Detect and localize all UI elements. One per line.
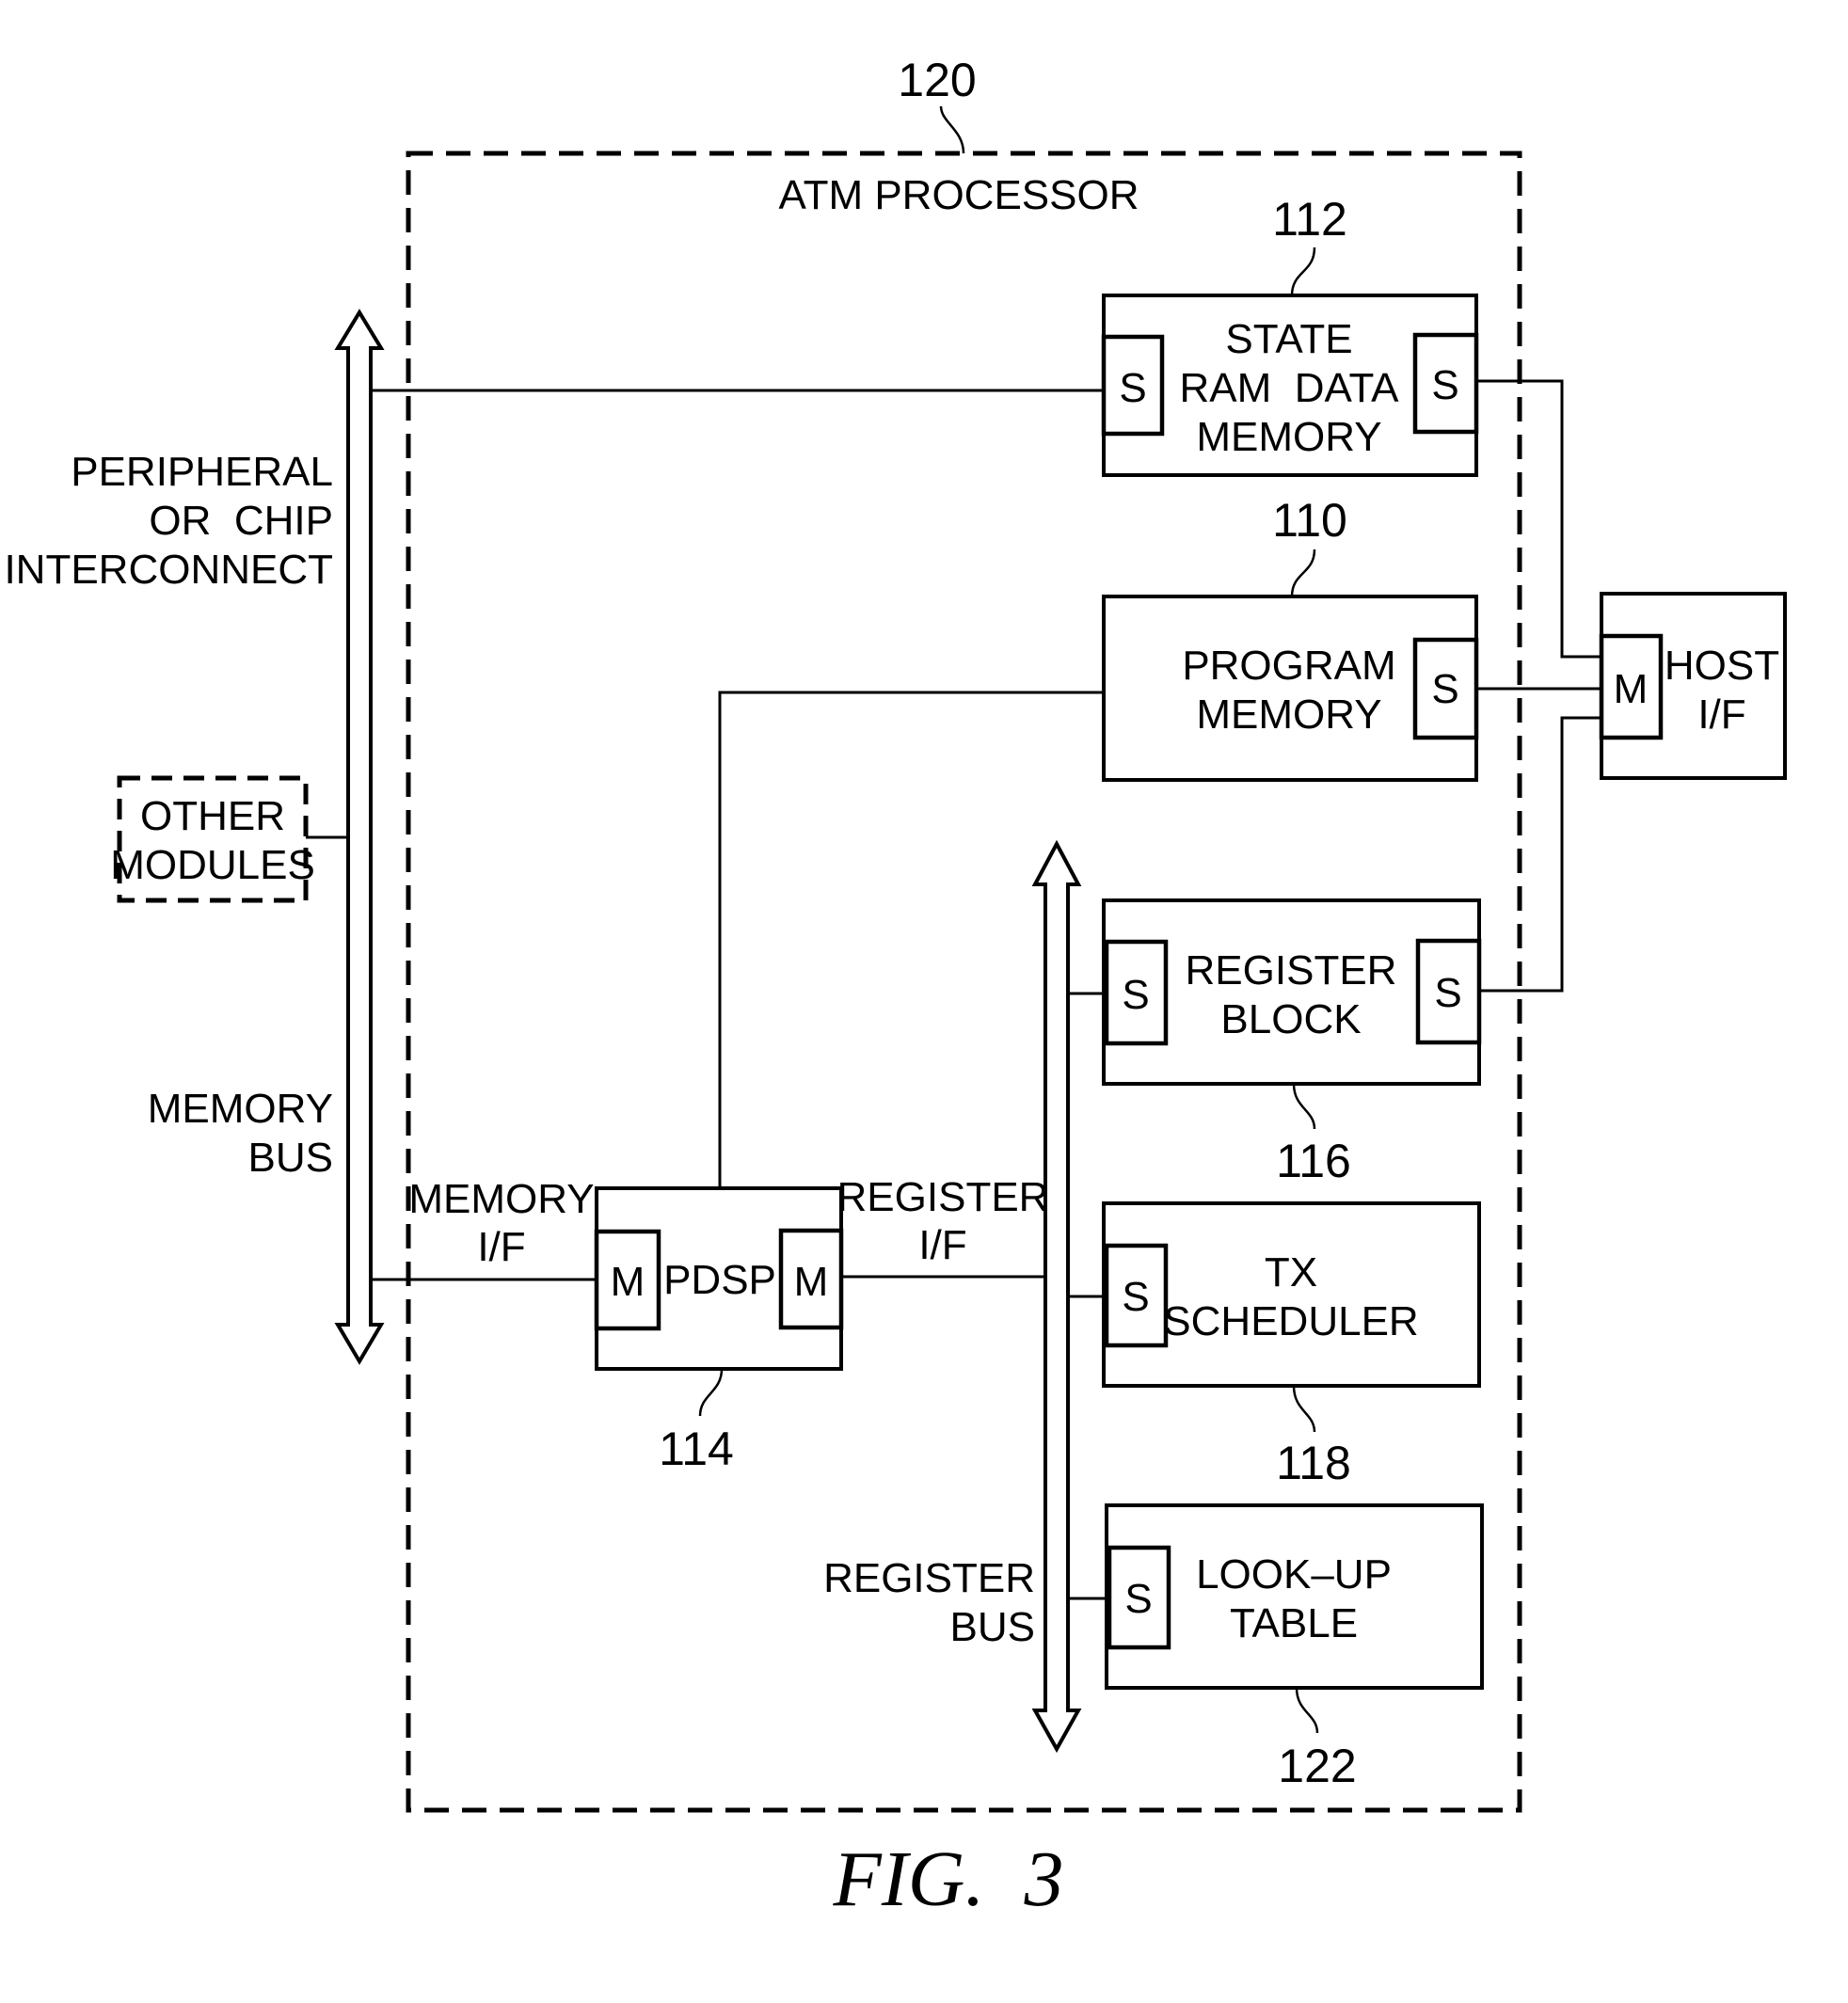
figure-caption: FIG. 3 bbox=[833, 1836, 1064, 1923]
state-ram-label-2: RAM DATA bbox=[1179, 365, 1399, 411]
peripheral-bus-label-3: INTERCONNECT bbox=[4, 547, 333, 593]
tx-scheduler-label-1: TX bbox=[1265, 1249, 1317, 1296]
port-s-label: S bbox=[1119, 365, 1146, 411]
memory-if-label-1: MEMORY bbox=[408, 1176, 594, 1222]
leader-116 bbox=[1292, 1083, 1316, 1130]
ref-116: 116 bbox=[1276, 1135, 1351, 1187]
port-s-label: S bbox=[1431, 666, 1458, 712]
register-block[interactable]: S S REGISTER BLOCK bbox=[1102, 898, 1482, 1086]
port-m-label: M bbox=[611, 1259, 645, 1305]
memory-bus-label-2: BUS bbox=[248, 1135, 333, 1181]
register-block-label-2: BLOCK bbox=[1220, 996, 1361, 1042]
memory-if-label-2: I/F bbox=[477, 1224, 525, 1270]
program-memory-block[interactable]: S PROGRAM MEMORY bbox=[1102, 595, 1479, 782]
port-s-label: S bbox=[1122, 972, 1149, 1018]
port-m-label: M bbox=[794, 1259, 829, 1305]
port-s-label: S bbox=[1124, 1576, 1152, 1622]
leader-112 bbox=[1290, 246, 1316, 296]
lookup-table-block[interactable]: S LOOK–UP TABLE bbox=[1105, 1503, 1484, 1690]
lookup-table-label-1: LOOK–UP bbox=[1196, 1551, 1392, 1598]
leader-110 bbox=[1290, 548, 1316, 597]
ref-114: 114 bbox=[659, 1423, 734, 1475]
ref-110: 110 bbox=[1272, 494, 1347, 547]
register-if-label-2: I/F bbox=[918, 1222, 966, 1268]
state-ram-label-3: MEMORY bbox=[1196, 414, 1381, 460]
register-if-label-1: REGISTER bbox=[837, 1174, 1049, 1220]
other-modules-label-2: MODULES bbox=[110, 842, 315, 888]
program-memory-label-1: PROGRAM bbox=[1182, 643, 1395, 689]
state-ram-to-host-wire bbox=[1476, 379, 1601, 659]
ref-112: 112 bbox=[1272, 193, 1347, 246]
leader-114 bbox=[698, 1368, 724, 1417]
other-modules-label-1: OTHER bbox=[140, 793, 285, 839]
register-bus-label-2: BUS bbox=[950, 1604, 1035, 1650]
port-m-label: M bbox=[1614, 666, 1649, 712]
memory-bus-label-1: MEMORY bbox=[148, 1086, 333, 1132]
atm-processor-label: ATM PROCESSOR bbox=[778, 172, 1139, 218]
port-s-label: S bbox=[1122, 1274, 1149, 1320]
register-bus-label-1: REGISTER bbox=[823, 1555, 1035, 1601]
tx-scheduler-label-2: SCHEDULER bbox=[1163, 1298, 1418, 1344]
program-memory-label-2: MEMORY bbox=[1196, 692, 1381, 738]
state-ram-label-1: STATE bbox=[1225, 316, 1352, 362]
state-ram-data-memory-block[interactable]: S S STATE RAM DATA MEMORY bbox=[1101, 294, 1479, 477]
lookup-table-label-2: TABLE bbox=[1230, 1600, 1358, 1646]
peripheral-bus-label-1: PERIPHERAL bbox=[71, 449, 333, 495]
leader-118 bbox=[1292, 1385, 1316, 1433]
pdsp-block[interactable]: M M PDSP bbox=[594, 1186, 844, 1371]
leader-122 bbox=[1295, 1687, 1319, 1734]
atm-processor-diagram: 120 ATM PROCESSOR PERIPHERAL OR CHIP INT… bbox=[4, 54, 1787, 1923]
host-if-block[interactable]: M HOST I/F bbox=[1599, 592, 1787, 780]
register-block-label-1: REGISTER bbox=[1186, 947, 1397, 994]
ref-120: 120 bbox=[898, 54, 976, 106]
host-if-label-1: HOST bbox=[1665, 643, 1779, 689]
leader-120 bbox=[939, 105, 965, 154]
pdsp-label: PDSP bbox=[663, 1257, 776, 1303]
tx-scheduler-block[interactable]: S TX SCHEDULER bbox=[1102, 1201, 1481, 1388]
ref-118: 118 bbox=[1276, 1437, 1351, 1489]
register-block-to-host-wire bbox=[1479, 716, 1601, 993]
host-if-label-2: I/F bbox=[1697, 692, 1745, 738]
peripheral-bus-label-2: OR CHIP bbox=[149, 498, 333, 544]
port-s-label: S bbox=[1431, 362, 1458, 408]
port-s-label: S bbox=[1434, 970, 1461, 1016]
ref-122: 122 bbox=[1278, 1740, 1356, 1792]
